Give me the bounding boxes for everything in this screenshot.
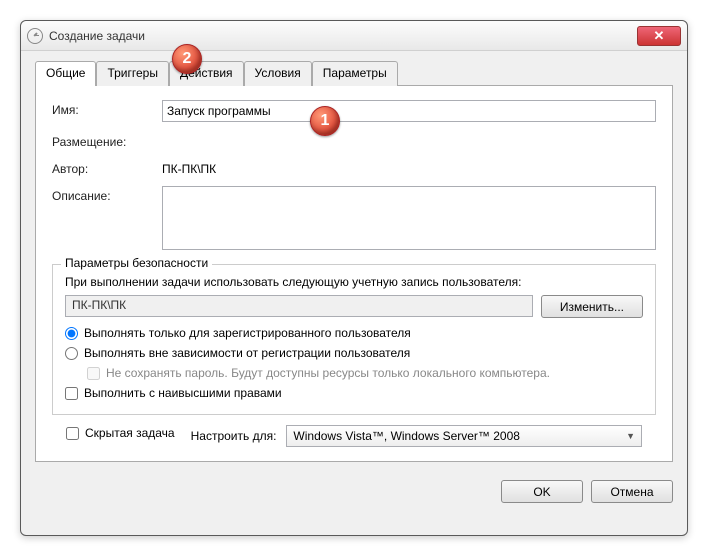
location-label: Размещение: (52, 132, 162, 149)
author-value: ПК-ПК\ПК (162, 159, 656, 176)
cancel-button[interactable]: Отмена (591, 480, 673, 503)
chevron-down-icon: ▼ (626, 431, 635, 441)
dialog-footer: OK Отмена (21, 472, 687, 515)
radio-any-user[interactable]: Выполнять вне зависимости от регистрации… (65, 346, 643, 360)
configure-for-value: Windows Vista™, Windows Server™ 2008 (293, 429, 520, 443)
no-password-input (87, 367, 100, 380)
tab-settings[interactable]: Параметры (312, 61, 398, 86)
callout-2: 2 (172, 44, 202, 74)
radio-any-user-input[interactable] (65, 347, 78, 360)
window-title: Создание задачи (49, 29, 145, 43)
tab-strip: Общие Триггеры Действия Условия Параметр… (35, 61, 673, 86)
close-button[interactable]: ✕ (637, 26, 681, 46)
tab-general[interactable]: Общие (35, 61, 96, 86)
radio-logged-on-input[interactable] (65, 327, 78, 340)
description-input[interactable] (162, 186, 656, 250)
hidden-task-check[interactable]: Скрытая задача (66, 426, 175, 440)
name-label: Имя: (52, 100, 162, 117)
no-password-label: Не сохранять пароль. Будут доступны ресу… (106, 366, 550, 380)
highest-privileges-label: Выполнить с наивысшими правами (84, 386, 282, 400)
account-label: При выполнении задачи использовать следу… (65, 275, 643, 289)
close-icon: ✕ (654, 28, 665, 44)
security-legend: Параметры безопасности (61, 256, 212, 270)
highest-privileges-input[interactable] (65, 387, 78, 400)
hidden-task-label: Скрытая задача (85, 426, 175, 440)
clock-icon (27, 28, 43, 44)
tab-triggers[interactable]: Триггеры (96, 61, 169, 86)
configure-for-combo[interactable]: Windows Vista™, Windows Server™ 2008 ▼ (286, 425, 642, 447)
tab-conditions[interactable]: Условия (244, 61, 312, 86)
hidden-task-input[interactable] (66, 427, 79, 440)
no-password-check: Не сохранять пароль. Будут доступны ресу… (87, 366, 643, 380)
radio-logged-on[interactable]: Выполнять только для зарегистрированного… (65, 326, 643, 340)
radio-any-user-label: Выполнять вне зависимости от регистрации… (84, 346, 410, 360)
general-panel: Имя: Размещение: Автор: ПК-ПК\ПК Описани… (35, 86, 673, 462)
highest-privileges-check[interactable]: Выполнить с наивысшими правами (65, 386, 643, 400)
ok-button[interactable]: OK (501, 480, 583, 503)
name-input[interactable] (162, 100, 656, 122)
callout-1: 1 (310, 106, 340, 136)
titlebar: Создание задачи ✕ (21, 21, 687, 51)
configure-for-label: Настроить для: (191, 429, 277, 443)
radio-logged-on-label: Выполнять только для зарегистрированного… (84, 326, 411, 340)
author-label: Автор: (52, 159, 162, 176)
change-user-button[interactable]: Изменить... (541, 295, 643, 318)
security-fieldset: Параметры безопасности При выполнении за… (52, 264, 656, 415)
location-value (162, 132, 656, 135)
description-label: Описание: (52, 186, 162, 203)
account-value: ПК-ПК\ПК (65, 295, 533, 317)
create-task-dialog: Создание задачи ✕ Общие Триггеры Действи… (20, 20, 688, 536)
